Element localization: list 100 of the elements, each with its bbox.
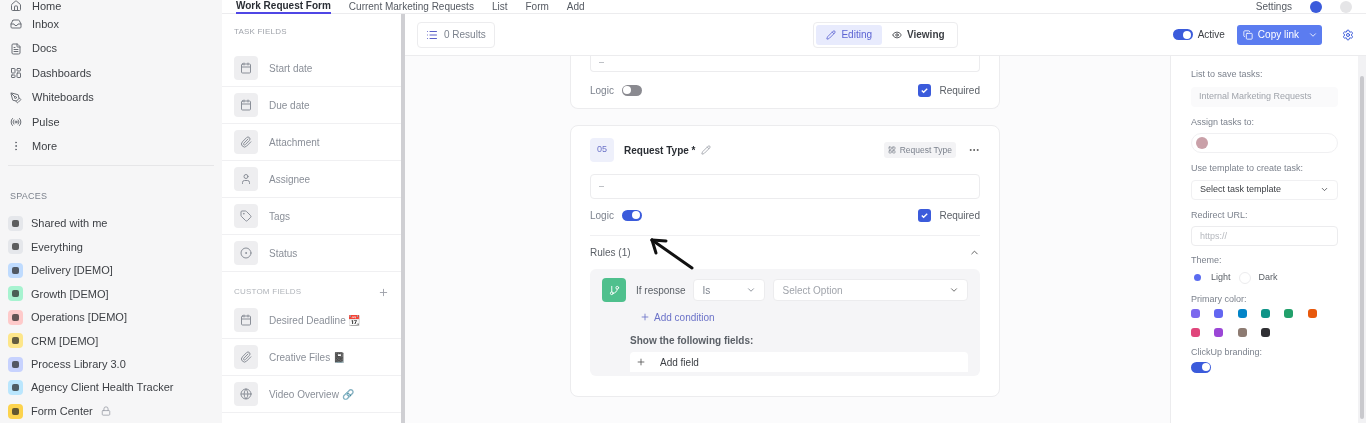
check-icon <box>920 210 930 220</box>
sidebar-item[interactable]: More <box>8 134 214 159</box>
space-item[interactable]: Growth [DEMO] <box>8 282 214 306</box>
setting-label: List to save tasks: <box>1191 68 1264 81</box>
setting-label: Use template to create task: <box>1191 162 1305 175</box>
calendar-icon <box>240 99 252 111</box>
logic-toggle[interactable] <box>621 84 642 96</box>
condition-label: If response <box>636 283 686 298</box>
logic-label: Logic <box>590 208 614 223</box>
setting-label: Primary color: <box>1191 292 1248 306</box>
required-label: Required <box>939 208 980 223</box>
caret-icon <box>1320 185 1329 194</box>
caret-icon <box>949 285 959 295</box>
field-item[interactable]: Tags <box>222 198 401 235</box>
required-checkbox[interactable] <box>918 83 932 97</box>
document-icon <box>10 42 22 55</box>
dropdown-icon <box>887 146 896 154</box>
copy-link-button[interactable]: Copy link <box>1236 24 1322 45</box>
view-tab[interactable]: List <box>491 0 508 13</box>
space-item[interactable]: Form Center <box>8 399 214 423</box>
pen-icon <box>10 91 22 104</box>
space-item[interactable]: Shared with me <box>8 211 214 236</box>
color-swatch[interactable] <box>1284 309 1294 318</box>
color-swatch[interactable] <box>1214 309 1224 318</box>
view-tab[interactable]: Work Request Form <box>236 0 331 14</box>
theme-label: Light <box>1211 270 1231 284</box>
check-icon <box>920 85 930 95</box>
calendar-icon <box>240 314 252 326</box>
sidebar-item[interactable]: Pulse <box>8 109 214 135</box>
copy-icon <box>1242 29 1253 40</box>
section-heading: TASK FIELDS <box>234 26 287 38</box>
plus-icon <box>640 312 650 322</box>
view-tab[interactable]: Add <box>566 0 585 13</box>
color-swatch[interactable] <box>1191 309 1200 318</box>
space-item[interactable]: Process Library 3.0 <box>8 352 214 376</box>
logic-toggle[interactable] <box>621 209 642 221</box>
sidebar-item[interactable]: Whiteboards <box>8 85 214 110</box>
color-swatch[interactable] <box>1261 309 1270 318</box>
add-condition-link[interactable]: Add condition <box>640 309 968 325</box>
color-swatch[interactable] <box>1237 309 1247 318</box>
mode-tab[interactable]: Viewing <box>882 24 955 45</box>
template-select[interactable]: Select task template <box>1191 179 1338 200</box>
space-item[interactable]: Agency Client Health Tracker <box>8 376 214 400</box>
inbox-icon <box>10 18 22 31</box>
field-item[interactable]: Status <box>222 235 401 272</box>
dashboard-icon <box>10 67 22 80</box>
mode-tab[interactable]: Editing <box>816 24 882 45</box>
view-tab[interactable]: Form <box>525 0 549 13</box>
sidebar-item[interactable]: Docs <box>8 36 214 61</box>
theme-label: Dark <box>1258 270 1278 284</box>
field-item[interactable]: Desired Deadline 📆 <box>222 302 401 339</box>
space-item[interactable]: Delivery [DEMO] <box>8 258 214 283</box>
space-item[interactable]: Everything <box>8 235 214 259</box>
logic-label: Logic <box>590 83 614 98</box>
field-item[interactable]: Due date <box>222 87 401 124</box>
color-swatch[interactable] <box>1261 328 1270 337</box>
calendar-icon <box>240 62 252 74</box>
setting-label: Assign tasks to: <box>1191 115 1256 129</box>
add-icon[interactable] <box>378 287 389 298</box>
spaces-heading: SPACES <box>9 190 48 201</box>
setting-label: Theme: <box>1191 254 1223 267</box>
person-icon <box>240 173 252 185</box>
home-icon <box>10 0 22 12</box>
tag-icon <box>240 210 252 222</box>
add-field-row[interactable]: Add field <box>630 352 968 372</box>
settings-icon[interactable] <box>1342 28 1354 41</box>
show-fields-label: Show the following fields: <box>630 334 755 348</box>
paperclip-icon <box>240 136 252 148</box>
setting-label: Redirect URL: <box>1191 208 1249 222</box>
list-icon <box>426 28 438 41</box>
results-button[interactable]: 0 Results <box>417 21 495 48</box>
sidebar-item[interactable]: Home <box>8 0 214 12</box>
active-toggle[interactable] <box>1172 29 1193 40</box>
required-checkbox[interactable] <box>918 208 932 222</box>
space-item[interactable]: Operations [DEMO] <box>8 305 214 330</box>
field-type-tag: Request Type <box>883 142 956 158</box>
setting-label: ClickUp branding: <box>1191 346 1264 359</box>
paperclip-icon <box>240 351 252 363</box>
question-number: 05 <box>590 138 614 162</box>
redirect-url-field[interactable]: https:// <box>1191 226 1338 246</box>
sidebar-item[interactable]: Inbox <box>8 12 214 37</box>
status-icon <box>240 247 252 259</box>
section-heading: CUSTOM FIELDS <box>234 286 302 298</box>
sidebar-item[interactable]: Dashboards <box>8 60 214 86</box>
color-swatch[interactable] <box>1237 328 1247 337</box>
view-tab[interactable]: Current Marketing Requests <box>348 0 474 13</box>
question-title: Request Type * <box>624 143 696 158</box>
avatar[interactable] <box>1310 0 1322 13</box>
color-swatch[interactable] <box>1214 328 1224 337</box>
branding-toggle[interactable] <box>1191 361 1211 373</box>
operator-select[interactable]: Is <box>693 279 766 301</box>
space-item[interactable]: CRM [DEMO] <box>8 329 214 353</box>
color-swatch[interactable] <box>1307 309 1317 318</box>
eye-icon <box>892 29 902 40</box>
active-label: Active <box>1197 28 1225 42</box>
field-item[interactable]: Start date <box>222 50 401 87</box>
avatar <box>1196 137 1208 149</box>
branch-icon <box>602 278 626 302</box>
settings-link[interactable]: Settings <box>1255 0 1292 14</box>
color-swatch[interactable] <box>1191 328 1200 337</box>
